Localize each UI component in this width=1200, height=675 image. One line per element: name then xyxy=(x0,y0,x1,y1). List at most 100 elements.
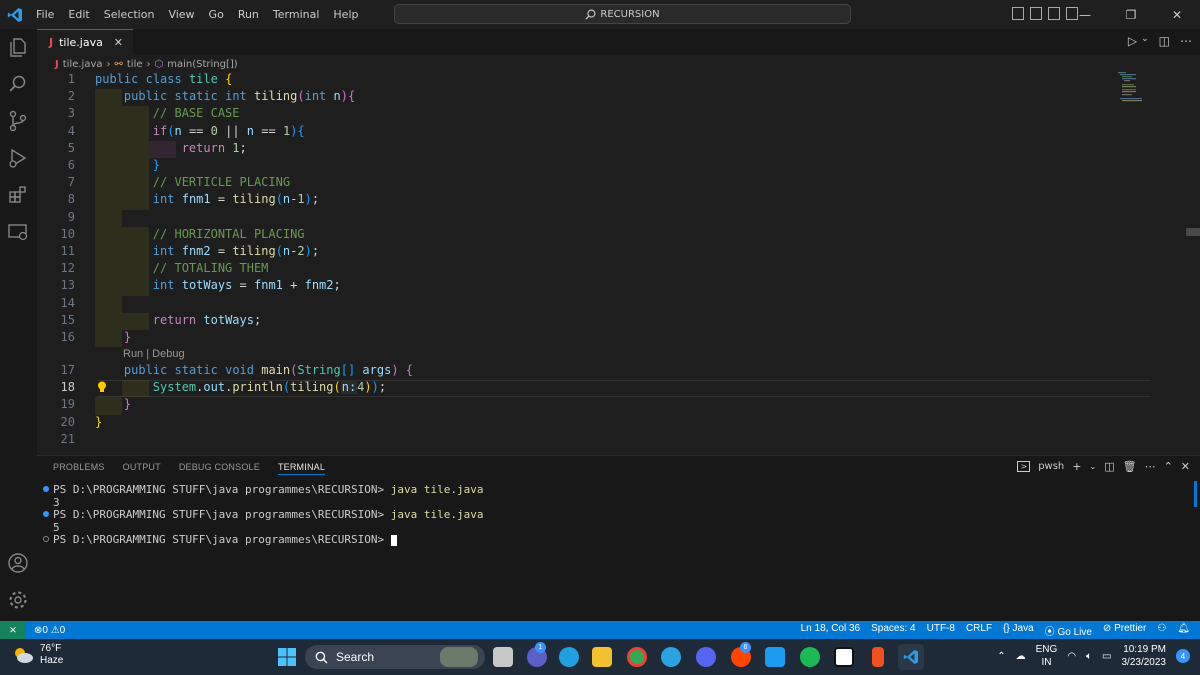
tab-output[interactable]: OUTPUT xyxy=(123,462,161,475)
menu-selection[interactable]: Selection xyxy=(97,8,162,21)
accounts-icon[interactable] xyxy=(7,552,29,574)
extensions-icon[interactable] xyxy=(7,184,29,206)
manage-gear-icon[interactable] xyxy=(7,589,29,611)
terminal-shell-name[interactable]: pwsh xyxy=(1038,461,1064,472)
command-pending-decoration xyxy=(43,536,49,542)
file-explorer-icon[interactable] xyxy=(592,647,612,667)
code-line: // HORIZONTAL PLACING xyxy=(152,226,305,241)
telegram-icon[interactable] xyxy=(661,647,681,667)
tab-terminal[interactable]: TERMINAL xyxy=(277,462,326,475)
more-actions-icon[interactable]: ⋯ xyxy=(1180,34,1192,48)
go-live-button[interactable]: ⦿ Go Live xyxy=(1045,623,1092,638)
terminal-output[interactable]: PS D:\PROGRAMMING STUFF\java programmes\… xyxy=(43,483,483,546)
tab-tile-java[interactable]: J tile.java ✕ xyxy=(37,29,133,55)
close-panel-icon[interactable]: ✕ xyxy=(1181,460,1190,473)
source-control-icon[interactable] xyxy=(7,110,29,132)
code-line: // TOTALING THEM xyxy=(152,261,269,276)
menu-go[interactable]: Go xyxy=(202,8,231,21)
code-line: int totWays = fnm1 + fnm2; xyxy=(152,278,341,293)
command-success-decoration[interactable] xyxy=(43,511,49,517)
restore-icon[interactable]: ❐ xyxy=(1108,8,1154,22)
wifi-icon[interactable]: ◠ xyxy=(1067,651,1076,662)
line-number-current: 18 xyxy=(60,380,75,395)
twitter-icon[interactable] xyxy=(765,647,785,667)
task-view-icon[interactable] xyxy=(493,647,513,667)
search-highlight-icon[interactable] xyxy=(440,647,478,667)
run-java-icon[interactable]: ▷ xyxy=(1128,34,1137,48)
line-ending[interactable]: CRLF xyxy=(966,623,992,638)
split-editor-icon[interactable]: ◫ xyxy=(1159,34,1170,48)
cursor-position[interactable]: Ln 18, Col 36 xyxy=(801,623,861,638)
windows-start-icon[interactable] xyxy=(277,647,297,667)
edge-browser-icon[interactable] xyxy=(559,647,579,667)
search-icon[interactable] xyxy=(7,73,29,95)
menu-view[interactable]: View xyxy=(161,8,201,21)
line-number: 16 xyxy=(60,330,75,344)
feedback-icon[interactable]: ⚇ xyxy=(1157,623,1166,638)
codelens-run-debug[interactable]: Run | Debug xyxy=(123,348,185,360)
clock[interactable]: 10:19 PM 3/23/2023 xyxy=(1122,643,1167,669)
notion-icon[interactable] xyxy=(834,647,854,667)
battery-icon[interactable]: ▭ xyxy=(1102,651,1111,662)
terminal-dropdown-icon[interactable]: ⌄ xyxy=(1089,462,1096,471)
code-editor[interactable]: 1 public class tile { 2 public static int… xyxy=(37,72,1187,450)
toggle-panel-icon[interactable] xyxy=(1030,7,1042,20)
maximize-panel-icon[interactable]: ⌃ xyxy=(1164,460,1173,473)
inlay-hint: n: xyxy=(340,380,358,395)
vscode-logo-icon xyxy=(0,0,29,29)
show-hidden-icons-icon[interactable]: ⌃ xyxy=(997,651,1005,662)
prettier-button[interactable]: ⊘ Prettier xyxy=(1103,623,1146,638)
kill-terminal-icon[interactable]: 🗑 xyxy=(1123,460,1137,473)
terminal-cursor xyxy=(390,534,397,546)
notification-count-badge[interactable]: 4 xyxy=(1176,649,1190,663)
command-success-decoration[interactable] xyxy=(43,486,49,492)
tab-debug-console[interactable]: DEBUG CONSOLE xyxy=(179,462,260,475)
terminal-shell-icon[interactable]: > xyxy=(1017,461,1031,472)
broadcast-icon: ⦿ xyxy=(1044,626,1058,638)
close-tab-icon[interactable]: ✕ xyxy=(114,36,123,49)
split-terminal-icon[interactable]: ◫ xyxy=(1104,460,1114,473)
toggle-secondary-sidebar-icon[interactable] xyxy=(1048,7,1060,20)
menu-file[interactable]: File xyxy=(29,8,61,21)
run-dropdown-icon[interactable]: ⌄ xyxy=(1141,34,1149,48)
language-mode[interactable]: {} Java xyxy=(1003,623,1034,638)
close-window-icon[interactable]: ✕ xyxy=(1154,8,1200,22)
run-debug-icon[interactable] xyxy=(7,147,29,169)
discord-icon[interactable] xyxy=(696,647,716,667)
breadcrumb-file[interactable]: tile.java xyxy=(63,59,103,70)
breadcrumb-class[interactable]: tile xyxy=(127,59,143,70)
minimize-icon[interactable]: — xyxy=(1062,8,1108,22)
input-language[interactable]: ENG IN xyxy=(1036,643,1058,669)
line-number: 15 xyxy=(60,312,75,327)
problems-count[interactable]: ⊗0 ⚠0 xyxy=(34,625,65,636)
volume-icon[interactable]: 🔈︎ xyxy=(1086,651,1092,662)
spotify-icon[interactable] xyxy=(800,647,820,667)
menu-terminal[interactable]: Terminal xyxy=(266,8,327,21)
new-terminal-icon[interactable]: + xyxy=(1072,460,1081,473)
vscode-taskbar-icon[interactable] xyxy=(898,644,924,670)
explorer-icon[interactable] xyxy=(7,36,29,58)
figma-icon[interactable] xyxy=(872,647,884,667)
command-center-search[interactable]: RECURSION xyxy=(394,4,851,24)
editor-scrollbar[interactable] xyxy=(1186,228,1200,236)
onedrive-cloud-icon[interactable]: ☁ xyxy=(1016,651,1026,662)
notifications-bell-icon[interactable]: 🔔︎ xyxy=(1177,623,1190,638)
menu-run[interactable]: Run xyxy=(231,8,266,21)
remote-explorer-icon[interactable] xyxy=(7,221,29,243)
breadcrumb-method[interactable]: main(String[]) xyxy=(167,59,237,70)
encoding[interactable]: UTF-8 xyxy=(927,623,955,638)
toggle-sidebar-icon[interactable] xyxy=(1012,7,1024,20)
remote-indicator-icon[interactable]: ⨯ xyxy=(0,621,26,639)
terminal-scrollbar[interactable] xyxy=(1194,481,1197,507)
windows-taskbar: 76°F Haze Search 1 6 ⌃ ☁ ENG IN ◠ 🔈︎ ▭ 10:… xyxy=(0,639,1200,675)
code-line: } xyxy=(152,158,161,172)
menu-help[interactable]: Help xyxy=(326,8,365,21)
chrome-icon[interactable] xyxy=(627,647,647,667)
line-number: 4 xyxy=(67,123,75,138)
minimap[interactable] xyxy=(1118,72,1148,102)
indentation[interactable]: Spaces: 4 xyxy=(871,623,915,638)
more-actions-icon[interactable]: ⋯ xyxy=(1145,460,1156,473)
weather-widget[interactable]: 76°F Haze xyxy=(12,643,63,667)
menu-edit[interactable]: Edit xyxy=(61,8,96,21)
tab-problems[interactable]: PROBLEMS xyxy=(53,462,105,475)
